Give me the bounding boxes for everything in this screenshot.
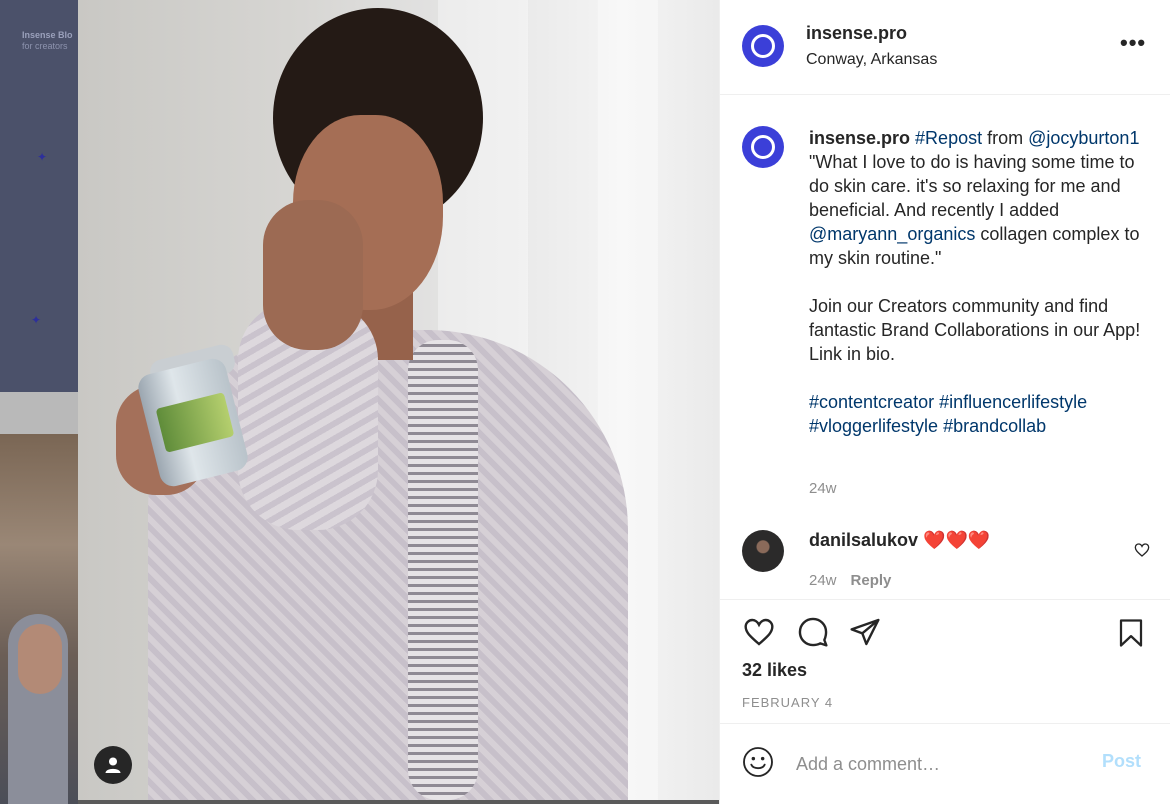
post-location[interactable]: Conway, Arkansas: [806, 51, 937, 69]
avatar[interactable]: [742, 25, 784, 67]
commenter-avatar[interactable]: [742, 530, 784, 572]
more-horizontal-icon[interactable]: •••: [1120, 30, 1146, 56]
background-blog-subtitle: for creators: [22, 41, 68, 51]
caption-text: from: [982, 128, 1024, 148]
comment: danilsalukov ❤️❤️❤️: [809, 530, 990, 551]
like-heart-icon[interactable]: [742, 616, 776, 648]
caption-avatar[interactable]: [742, 126, 784, 168]
comment-meta: 24w Reply: [809, 572, 891, 589]
background-blog-card: Insense Blo for creators ✦ ✦: [0, 0, 78, 392]
reply-button[interactable]: Reply: [851, 572, 892, 589]
background-divider: [0, 392, 78, 434]
hashtag-link[interactable]: #Repost: [915, 128, 982, 148]
post-image[interactable]: [78, 0, 719, 800]
caption-username[interactable]: insense.pro: [809, 128, 910, 148]
hashtag-link[interactable]: #influencerlifestyle: [939, 392, 1087, 412]
comment-bubble-icon[interactable]: [796, 616, 830, 648]
post-details-panel: insense.pro Conway, Arkansas ••• insense…: [719, 0, 1170, 804]
mention-link[interactable]: @jocyburton1: [1028, 128, 1139, 148]
comment-input[interactable]: [796, 750, 1086, 778]
user-icon: [105, 757, 121, 773]
hashtag-link[interactable]: #contentcreator: [809, 392, 934, 412]
background-blog-title: Insense Blo: [22, 30, 73, 40]
tagged-users-button[interactable]: [94, 746, 132, 784]
caption-timestamp[interactable]: 24w: [809, 480, 837, 497]
likes-count[interactable]: 32 likes: [742, 660, 807, 681]
hashtag-link[interactable]: #brandcollab: [943, 416, 1046, 436]
add-comment-bar: Post: [720, 724, 1170, 804]
save-bookmark-icon[interactable]: [1116, 616, 1146, 650]
comment-timestamp[interactable]: 24w: [809, 572, 837, 589]
raised-hand: [263, 200, 363, 350]
robe-trim: [408, 340, 478, 800]
comment-text: ❤️❤️❤️: [918, 530, 991, 550]
post-actions: 32 likes FEBRUARY 4: [720, 599, 1170, 724]
post-comment-button[interactable]: Post: [1102, 751, 1141, 772]
background-photo: [0, 434, 78, 804]
caption-text: "What I love to do is having some time t…: [809, 152, 1135, 220]
post-author-username[interactable]: insense.pro: [806, 23, 907, 44]
hashtag-link[interactable]: #vloggerlifestyle: [809, 416, 938, 436]
post-date[interactable]: FEBRUARY 4: [742, 695, 833, 710]
commenter-username[interactable]: danilsalukov: [809, 530, 918, 550]
background-page: Insense Blo for creators ✦ ✦: [0, 0, 78, 804]
post-caption: insense.pro #Repost from @jocyburton1 "W…: [809, 126, 1157, 438]
share-send-icon[interactable]: [848, 616, 882, 648]
mention-link[interactable]: @maryann_organics: [809, 224, 975, 244]
post-header: insense.pro Conway, Arkansas •••: [720, 0, 1170, 95]
caption-paragraph: Join our Creators community and find fan…: [809, 296, 1141, 364]
decorative-star-icon: ✦: [31, 313, 42, 327]
decorative-star-icon: ✦: [37, 150, 48, 164]
comment-like-heart-icon[interactable]: [1134, 542, 1150, 558]
emoji-smiley-icon[interactable]: [742, 746, 774, 778]
